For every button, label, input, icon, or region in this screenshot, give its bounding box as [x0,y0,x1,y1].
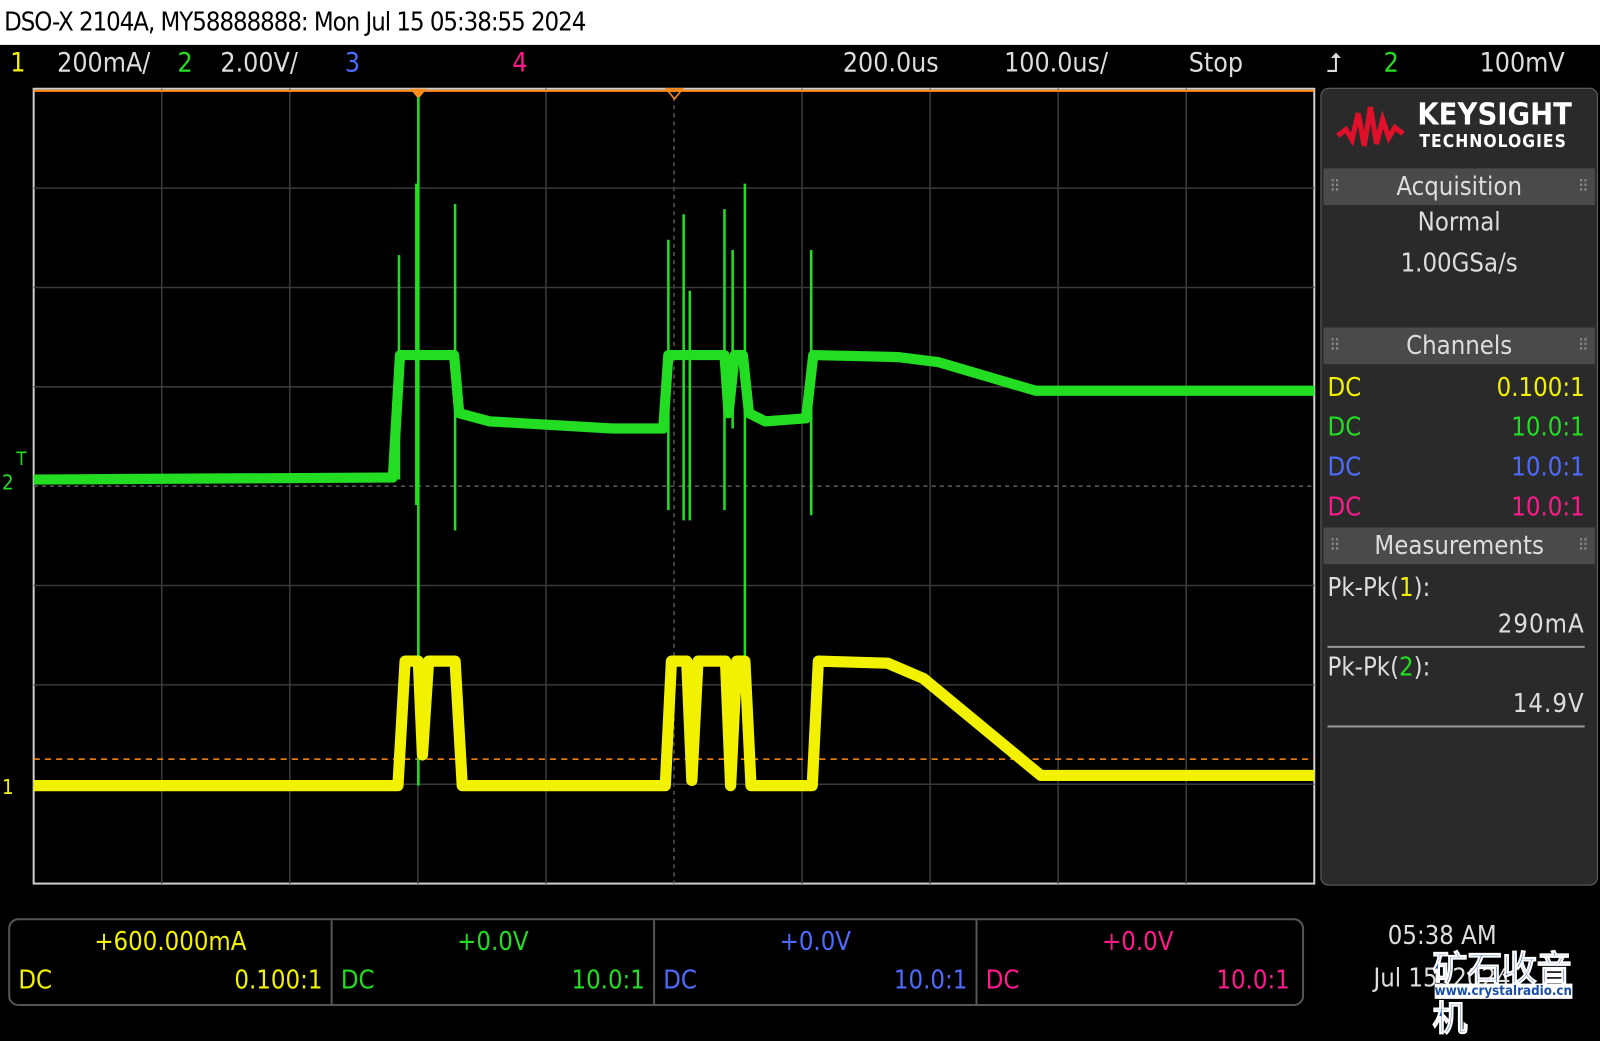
measurement-label: Pk-Pk(1): [1327,572,1431,602]
channel-probe: 10.0:1 [571,965,645,995]
waveform-display[interactable]: T 2 1 [0,86,1320,892]
ch1-scale[interactable]: 200mA/ [57,45,150,82]
rising-edge-icon: ⮥ [1326,47,1343,79]
measurement-label: Pk-Pk(2): [1327,651,1431,682]
channel-3-info[interactable]: +0.0V DC 10.0:1 [655,920,978,1004]
acquisition-mode: Normal [1417,207,1501,237]
channels-title: Channels [1406,330,1513,361]
channel-coupling: DC [1327,491,1362,522]
channel-coupling: DC [18,965,53,995]
channel-coupling: DC [1327,372,1362,402]
trigger-level[interactable]: 100mV [1480,45,1565,82]
channel-probe: 10.0:1 [1511,451,1585,482]
graticule [32,87,1316,885]
channel-probe: 10.0:1 [893,965,968,995]
channel-info-bar: +600.000mA DC 0.100:1 +0.0V DC 10.0:1 +0.0V DC 1… [8,918,1305,1007]
channel-coupling: DC [663,965,697,995]
channel-offset: +600.000mA [94,926,247,957]
channel-offset: +0.0V [779,926,851,957]
channel-coupling: DC [1327,451,1362,482]
acquisition-title: Acquisition [1396,171,1523,201]
channel-probe: 10.0:1 [1216,965,1290,995]
channel-offset: +0.0V [457,926,529,957]
time-delay[interactable]: 200.0us [843,45,939,82]
channel-row[interactable]: DC 10.0:1 [1328,448,1585,487]
channel-probe: 10.0:1 [1511,491,1585,522]
channel-row[interactable]: DC 10.0:1 [1328,408,1585,447]
channel-row[interactable]: DC 0.100:1 [1328,368,1585,407]
channels-header[interactable]: ⠿ Channels ⠿ [1323,327,1595,365]
channel-offset: +0.0V [1102,926,1174,957]
acquisition-header[interactable]: ⠿ Acquisition ⠿ [1323,168,1595,206]
brand-sub: TECHNOLOGIES [1419,131,1567,153]
ch2-ground-marker[interactable]: 2 [2,471,14,495]
brand-name: KEYSIGHT [1417,96,1572,133]
status-bar: 1 200mA/ 2 2.00V/ 3 4 200.0us 100.0us/ S… [0,45,1600,86]
channel-4-info[interactable]: +0.0V DC 10.0:1 [978,920,1298,1004]
watermark-url: www.crystalradio.cn [1434,983,1573,999]
sample-rate: 1.00GSa/s [1400,247,1518,278]
trigger-marker: T [15,449,27,470]
channel-2-info[interactable]: +0.0V DC 10.0:1 [333,920,656,1004]
measurement-item[interactable]: Pk-Pk(1): 290mA [1327,568,1585,648]
measurement-value: 290mA [1497,609,1585,639]
channel-probe: 0.100:1 [234,965,323,995]
channel-row[interactable]: DC 10.0:1 [1328,488,1585,527]
side-panel: KEYSIGHT TECHNOLOGIES ⠿ Acquisition ⠿ Norm… [1320,87,1598,886]
keysight-logo-icon [1336,99,1407,160]
measurement-value: 14.9V [1512,688,1585,719]
channel-coupling: DC [1327,412,1362,442]
ch2-scale[interactable]: 2.00V/ [220,45,298,82]
measurements-header[interactable]: ⠿ Measurements ⠿ [1323,527,1595,565]
measurements-title: Measurements [1374,530,1544,561]
trigger-source[interactable]: 2 [1384,45,1399,82]
channel-probe: 10.0:1 [1511,412,1585,442]
ch1-number[interactable]: 1 [10,45,25,82]
window-title: DSO-X 2104A, MY58888888: Mon Jul 15 05:3… [0,0,1600,45]
channel-coupling: DC [985,965,1020,995]
ch2-number[interactable]: 2 [178,45,193,82]
ch3-number[interactable]: 3 [345,45,360,82]
channel-probe: 0.100:1 [1496,372,1585,402]
timebase[interactable]: 100.0us/ [1004,45,1108,82]
run-state[interactable]: Stop [1189,45,1243,82]
measurement-item[interactable]: Pk-Pk(2): 14.9V [1327,648,1585,728]
ch1-ground-marker[interactable]: 1 [2,775,14,799]
ch4-number[interactable]: 4 [512,45,527,82]
channel-coupling: DC [340,965,375,995]
channel-1-info[interactable]: +600.000mA DC 0.100:1 [10,920,333,1004]
